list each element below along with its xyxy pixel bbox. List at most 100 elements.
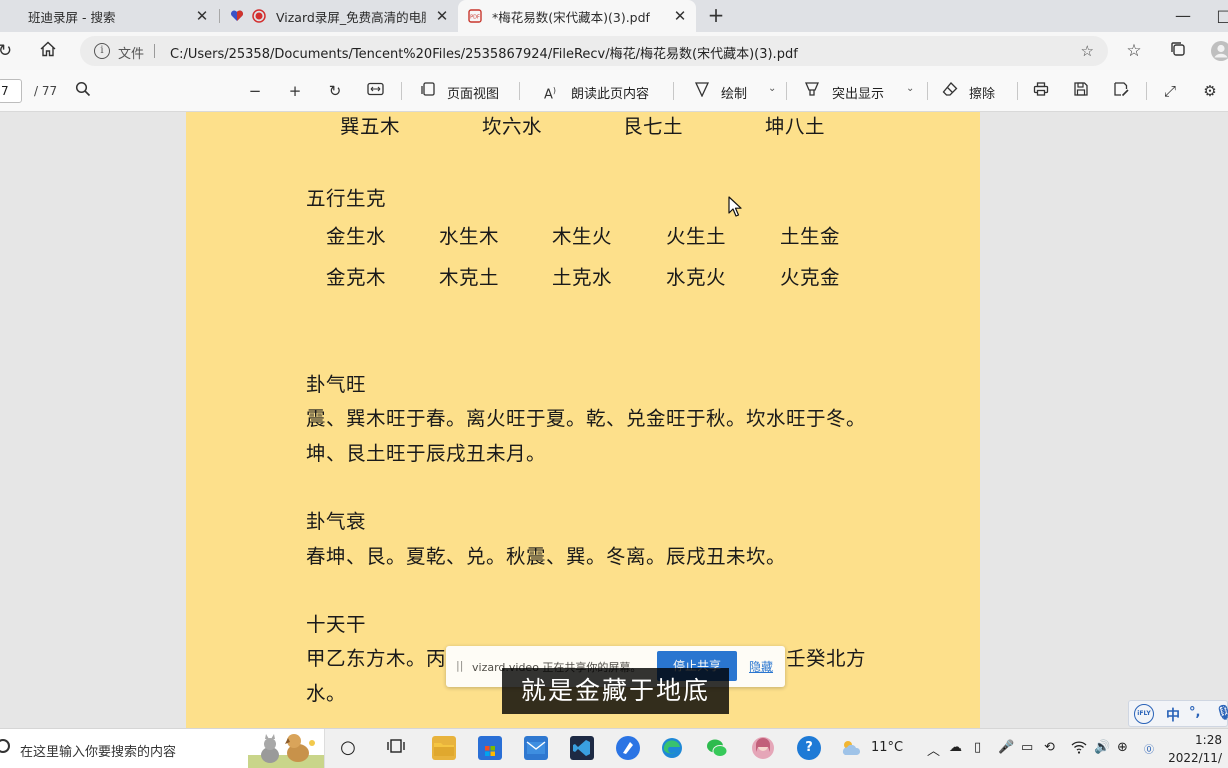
highlight-button[interactable]: 突出显示 xyxy=(832,83,884,102)
ifly-tray-icon[interactable]: ⓪ xyxy=(1144,741,1154,756)
volume-icon[interactable]: 🔊 xyxy=(1094,740,1110,755)
microphone-tray-icon[interactable]: 🎤 xyxy=(998,740,1014,755)
erase-button[interactable]: 擦除 xyxy=(969,83,995,102)
toolbar-divider xyxy=(786,82,787,100)
rotate-icon[interactable]: ↻ xyxy=(325,81,345,101)
profile-avatar[interactable] xyxy=(1210,40,1228,62)
toolbar-divider xyxy=(1146,82,1147,100)
pdf-viewer[interactable]: 巽五木 坎六水 艮七土 坤八土 五行生克 金生水 水生木 木生火 火生土 土生金… xyxy=(0,112,1228,728)
url-text[interactable]: C:/Users/25358/Documents/Tencent%20Files… xyxy=(170,43,798,62)
trigram-text: 艮七土 xyxy=(623,115,684,138)
weather-icon[interactable] xyxy=(839,736,863,760)
wifi-icon[interactable] xyxy=(1071,740,1087,758)
search-icon xyxy=(0,739,10,753)
zoom-in-icon[interactable]: + xyxy=(285,81,305,101)
ime-toolbar: iFLY 中 °, 🎙 xyxy=(1128,700,1228,727)
draw-dropdown-chevron-icon[interactable]: ⌄ xyxy=(768,83,776,94)
ke-text: 水克火 xyxy=(666,266,727,289)
close-tab-icon[interactable]: ✕ xyxy=(434,8,450,24)
battery-icon[interactable]: ▭ xyxy=(1021,740,1033,755)
add-favorite-icon[interactable]: ☆ xyxy=(1081,42,1094,60)
search-placeholder[interactable]: 在这里输入你要搜索的内容 xyxy=(20,741,176,760)
tray-app-icon[interactable]: ▯ xyxy=(974,740,981,755)
zoom-out-icon[interactable]: − xyxy=(245,81,265,101)
page-number-input[interactable]: 7 xyxy=(0,79,22,103)
close-tab-icon[interactable]: ✕ xyxy=(672,8,688,24)
tab-vizard[interactable]: Vizard录屏_免费高清的电脑 ✕ xyxy=(220,0,458,32)
pdf-toolbar: 7 / 77 − + ↻ 页面视图 A) 朗读此页内容 绘制 ⌄ 突出显示 ⌄ … xyxy=(0,70,1228,112)
microphone-icon[interactable]: 🎙 xyxy=(1215,705,1228,721)
refresh-icon[interactable]: ↻ xyxy=(0,40,16,62)
minimize-icon[interactable]: — xyxy=(1171,4,1195,28)
trigram-text: 坤八土 xyxy=(765,115,826,138)
home-icon[interactable] xyxy=(37,40,59,62)
svg-text:PDF: PDF xyxy=(470,15,480,21)
onedrive-cloud-icon[interactable]: ☁ xyxy=(949,740,962,755)
url-divider xyxy=(154,44,155,58)
close-tab-icon[interactable]: ✕ xyxy=(194,8,210,24)
tab-bandicam-search[interactable]: 班迪录屏 - 搜索 ✕ xyxy=(0,0,218,32)
favorites-icon[interactable]: ☆ xyxy=(1123,40,1145,62)
read-aloud-icon[interactable]: A) xyxy=(540,81,560,102)
clock[interactable]: 1:28 2022/11/ xyxy=(1168,731,1222,767)
feishu-icon[interactable] xyxy=(616,736,640,760)
clock-date: 2022/11/ xyxy=(1168,751,1222,765)
heart-favicon-icon xyxy=(230,9,244,23)
expand-icon[interactable]: ⤢ xyxy=(1160,81,1180,101)
toolbar-divider xyxy=(927,82,928,100)
taskbar-search-box[interactable]: 在这里输入你要搜索的内容 xyxy=(0,729,325,768)
info-icon[interactable]: i xyxy=(94,43,110,59)
settings-gear-icon[interactable]: ⚙ xyxy=(1200,81,1220,101)
save-as-icon[interactable] xyxy=(1111,81,1131,101)
taskbar: 在这里输入你要搜索的内容 ○ ? 11°C ︿ ☁ ▯ 🎤 ▭ ⟲ 🔊 ⊕ ⓪ … xyxy=(0,728,1228,768)
edge-browser-icon[interactable] xyxy=(660,736,684,760)
tab-title: Vizard录屏_免费高清的电脑 xyxy=(276,9,426,25)
task-view-icon[interactable] xyxy=(384,736,408,760)
app-avatar-icon[interactable] xyxy=(751,736,775,760)
wechat-icon[interactable] xyxy=(705,736,729,760)
address-bar: ↻ i 文件 C:/Users/25358/Documents/Tencent%… xyxy=(0,32,1228,70)
highlight-icon[interactable] xyxy=(802,81,822,101)
page-view-icon[interactable] xyxy=(418,81,438,101)
draw-button[interactable]: 绘制 xyxy=(721,83,747,102)
page-view-button[interactable]: 页面视图 xyxy=(447,83,499,102)
save-icon[interactable] xyxy=(1071,81,1091,101)
cortana-icon[interactable]: ○ xyxy=(336,736,360,760)
new-tab-button[interactable]: + xyxy=(704,4,728,28)
sync-icon[interactable]: ⟲ xyxy=(1044,740,1055,755)
maximize-icon[interactable]: □ xyxy=(1212,4,1228,28)
search-icon[interactable] xyxy=(73,81,93,101)
microsoft-store-icon[interactable] xyxy=(478,736,502,760)
visual-studio-icon[interactable] xyxy=(570,736,594,760)
fit-page-icon[interactable] xyxy=(365,81,385,101)
ifly-logo-icon[interactable]: iFLY xyxy=(1134,704,1154,724)
tab-pdf[interactable]: PDF *梅花易数(宋代藏本)(3).pdf ✕ xyxy=(458,0,696,32)
ke-text: 火克金 xyxy=(780,266,841,289)
collections-icon[interactable] xyxy=(1167,40,1189,62)
pdf-page: 巽五木 坎六水 艮七土 坤八土 五行生克 金生水 水生木 木生火 火生土 土生金… xyxy=(186,112,980,728)
hide-link[interactable]: 隐藏 xyxy=(749,658,773,675)
video-subtitle: 就是金藏于地底 xyxy=(502,668,729,714)
paragraph-line: 壬癸北方 xyxy=(786,647,867,670)
paragraph-line: 甲乙东方木。丙 xyxy=(306,647,447,670)
highlight-dropdown-chevron-icon[interactable]: ⌄ xyxy=(906,83,914,94)
page-total: / 77 xyxy=(34,84,58,98)
read-aloud-button[interactable]: 朗读此页内容 xyxy=(571,83,649,102)
temperature-text[interactable]: 11°C xyxy=(871,740,903,755)
eraser-icon[interactable] xyxy=(940,81,960,101)
url-field[interactable]: i 文件 C:/Users/25358/Documents/Tencent%20… xyxy=(80,36,1108,66)
draw-icon[interactable] xyxy=(692,81,712,101)
chevron-up-icon[interactable]: ︿ xyxy=(927,740,940,759)
drag-handle-icon[interactable]: || xyxy=(456,659,463,672)
ime-language-toggle[interactable]: 中 xyxy=(1166,705,1180,725)
help-icon[interactable]: ? xyxy=(797,736,821,760)
print-icon[interactable] xyxy=(1031,81,1051,101)
tab-title: 班迪录屏 - 搜索 xyxy=(28,9,116,25)
file-explorer-icon[interactable] xyxy=(432,736,456,760)
tab-title: *梅花易数(宋代藏本)(3).pdf xyxy=(492,9,650,25)
ke-text: 土克水 xyxy=(552,266,613,289)
input-method-icon[interactable]: ⊕ xyxy=(1117,740,1128,755)
punctuation-icon[interactable]: °, xyxy=(1189,705,1200,720)
tab-strip: 班迪录屏 - 搜索 ✕ Vizard录屏_免费高清的电脑 ✕ PDF *梅花易数… xyxy=(0,0,1228,32)
mail-icon[interactable] xyxy=(524,736,548,760)
